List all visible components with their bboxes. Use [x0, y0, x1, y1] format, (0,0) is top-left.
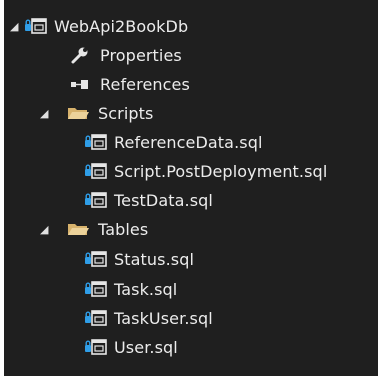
expanded-arrow-icon[interactable]: ◢	[10, 21, 18, 32]
tree-item-file[interactable]: TestData.sql	[84, 186, 213, 214]
tree-item-project[interactable]: ◢ WebApi2BookDb	[4, 12, 188, 40]
file-label: Script.PostDeployment.sql	[114, 161, 328, 181]
scripts-folder-label: Scripts	[98, 103, 154, 123]
tree-item-references[interactable]: References	[70, 70, 190, 98]
tree-item-file[interactable]: Status.sql	[84, 245, 194, 273]
tree-item-tables-folder[interactable]: ◢ Tables	[4, 215, 148, 243]
tree-item-file[interactable]: ReferenceData.sql	[84, 128, 263, 156]
sql-file-icon	[84, 308, 108, 328]
sql-file-icon	[84, 249, 108, 269]
sql-file-icon	[84, 279, 108, 299]
expanded-arrow-icon[interactable]: ◢	[40, 108, 48, 119]
sql-file-icon	[84, 337, 108, 357]
tree-item-file[interactable]: User.sql	[84, 333, 178, 361]
solution-explorer-tree: ◢ WebApi2BookDb Properties References ◢ …	[4, 0, 378, 376]
tree-item-scripts-folder[interactable]: ◢ Scripts	[4, 99, 153, 127]
properties-label: Properties	[100, 45, 182, 65]
tree-item-file[interactable]: TaskUser.sql	[84, 304, 213, 332]
file-label: ReferenceData.sql	[114, 132, 263, 152]
tree-item-file[interactable]: Task.sql	[84, 275, 177, 303]
previous-row-cutoff	[20, 0, 370, 2]
expanded-arrow-icon[interactable]: ◢	[40, 224, 48, 235]
database-project-icon	[24, 16, 48, 36]
references-label: References	[100, 74, 190, 94]
project-label: WebApi2BookDb	[54, 16, 189, 36]
references-icon	[70, 74, 90, 94]
file-label: Task.sql	[114, 279, 178, 299]
file-label: TestData.sql	[114, 190, 213, 210]
folder-open-icon	[66, 103, 90, 123]
tree-item-file[interactable]: Script.PostDeployment.sql	[84, 157, 327, 185]
folder-open-icon	[66, 219, 90, 239]
wrench-icon	[70, 45, 90, 65]
file-label: Status.sql	[114, 249, 195, 269]
screenshot-frame: ◢ WebApi2BookDb Properties References ◢ …	[0, 0, 384, 382]
sql-file-icon	[84, 132, 108, 152]
tree-item-properties[interactable]: Properties	[70, 41, 182, 69]
file-label: TaskUser.sql	[114, 308, 213, 328]
sql-file-icon	[84, 161, 108, 181]
tables-folder-label: Tables	[98, 219, 149, 239]
file-label: User.sql	[114, 337, 178, 357]
sql-file-icon	[84, 190, 108, 210]
